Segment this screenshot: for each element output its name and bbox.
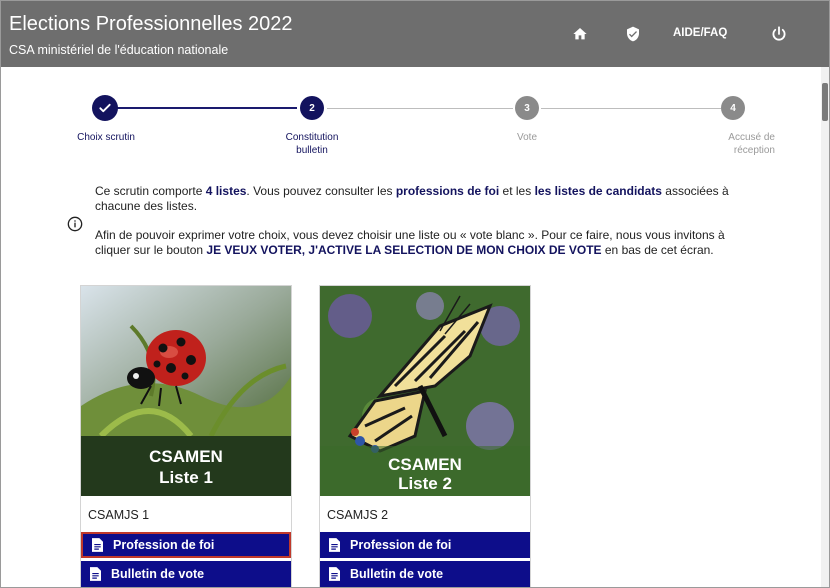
list-card-1: CSAMEN Liste 1 CSAMJS 1 Profession de fo…	[80, 285, 292, 587]
list-1-profession-button[interactable]: Profession de foi	[81, 532, 291, 558]
list-card-2: CSAMEN Liste 2 CSAMJS 2 Profession de fo…	[319, 285, 531, 587]
list-1-image-subtitle: Liste 1	[159, 468, 213, 487]
app-subtitle: CSA ministériel de l'éducation nationale	[9, 43, 229, 57]
step-4-number: 4	[730, 102, 736, 114]
list-1-image-title: CSAMEN	[149, 447, 223, 466]
step-4-label: Accusé de réception	[691, 131, 775, 157]
info-candidates-link: les listes de candidats	[534, 184, 662, 198]
list-1-name: CSAMJS 1	[88, 508, 150, 522]
document-icon	[329, 538, 340, 552]
check-icon	[99, 103, 111, 113]
progress-stepper: Choix scrutin 2 Constitution bulletin 3 …	[1, 67, 823, 167]
list-1-bulletin-label: Bulletin de vote	[111, 567, 205, 581]
step-3-label: Vote	[487, 131, 567, 144]
info-text: en bas de cet écran.	[601, 243, 714, 257]
list-2-bulletin-button[interactable]: Bulletin de vote	[320, 561, 530, 587]
info-count-lists: 4 listes	[205, 184, 247, 198]
list-2-profession-label: Profession de foi	[350, 538, 452, 552]
list-2-image: CSAMEN Liste 2	[320, 286, 530, 496]
step-4-circle: 4	[721, 96, 745, 120]
document-icon	[329, 567, 340, 581]
info-text: et les	[499, 184, 535, 198]
step-3-label-text: Vote	[516, 132, 538, 143]
info-paragraph-instructions: Afin de pouvoir exprimer votre choix, vo…	[95, 228, 755, 258]
step-1-done-circle	[92, 95, 118, 121]
step-2-label: Constitution bulletin	[271, 131, 353, 157]
ladybug-image: CSAMEN Liste 1	[81, 286, 291, 496]
step-3-number: 3	[524, 102, 530, 114]
list-2-bulletin-label: Bulletin de vote	[350, 567, 444, 581]
step-connector-2	[327, 108, 513, 109]
list-2-image-subtitle: Liste 2	[398, 474, 452, 493]
app-frame: Elections Professionnelles 2022 CSA mini…	[0, 0, 830, 588]
info-professions-link: professions de foi	[395, 184, 500, 198]
step-4-label-line1: Accusé de	[728, 132, 775, 143]
step-4-label-line2: réception	[733, 145, 775, 156]
power-icon[interactable]	[769, 24, 789, 44]
list-2-profession-button[interactable]: Profession de foi	[320, 532, 530, 558]
info-text: Ce scrutin comporte	[95, 184, 206, 198]
step-2-label-line2: bulletin	[296, 145, 328, 156]
step-2-number: 2	[309, 102, 315, 114]
list-2-name: CSAMJS 2	[327, 508, 389, 522]
step-1-label: Choix scrutin	[61, 131, 151, 144]
step-1-label-text: Choix scrutin	[77, 132, 135, 143]
list-1-image: CSAMEN Liste 1	[81, 286, 291, 496]
list-1-profession-label: Profession de foi	[113, 538, 215, 552]
info-icon	[67, 216, 83, 232]
step-3-circle: 3	[515, 96, 539, 120]
butterfly-image: CSAMEN Liste 2	[320, 286, 530, 496]
info-text: . Vous pouvez consulter les	[246, 184, 396, 198]
top-header: Elections Professionnelles 2022 CSA mini…	[1, 1, 829, 67]
help-faq-link[interactable]: AIDE/FAQ	[673, 27, 727, 39]
shield-check-icon[interactable]	[623, 24, 643, 44]
info-paragraph-lists: Ce scrutin comporte 4 listes. Vous pouve…	[95, 184, 755, 214]
step-2-label-line1: Constitution	[285, 132, 339, 143]
info-vote-button-reference: JE VEUX VOTER, J'ACTIVE LA SELECTION DE …	[206, 243, 602, 257]
list-2-image-title: CSAMEN	[388, 455, 462, 474]
app-title: Elections Professionnelles 2022	[9, 13, 293, 35]
list-1-bulletin-button[interactable]: Bulletin de vote	[81, 561, 291, 587]
step-connector-3	[541, 108, 721, 109]
document-icon	[92, 538, 103, 552]
document-icon	[90, 567, 101, 581]
step-connector-1	[117, 107, 297, 109]
home-icon[interactable]	[570, 24, 590, 44]
step-2-circle: 2	[300, 96, 324, 120]
